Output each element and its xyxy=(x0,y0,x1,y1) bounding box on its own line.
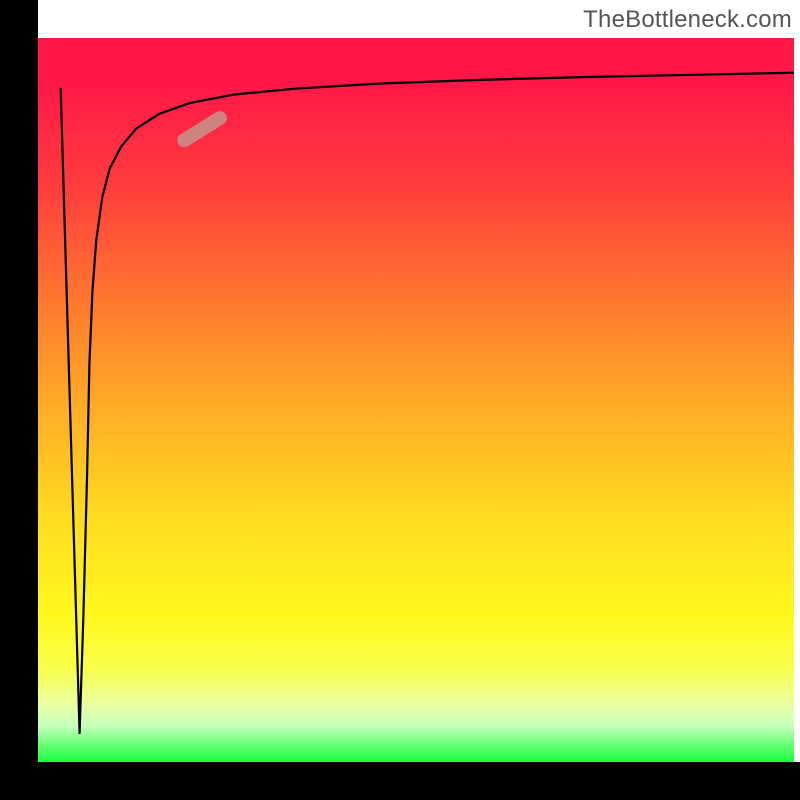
curve-layer xyxy=(38,38,794,762)
plot-area xyxy=(38,38,794,762)
y-axis-bar xyxy=(0,0,38,762)
highlight-pill xyxy=(175,108,230,150)
highlight-pill-rect xyxy=(175,108,230,150)
watermark-text: TheBottleneck.com xyxy=(583,6,792,34)
x-axis-bar xyxy=(0,762,800,800)
chart-stage: TheBottleneck.com xyxy=(0,0,800,800)
bottleneck-curve-path xyxy=(61,73,794,733)
